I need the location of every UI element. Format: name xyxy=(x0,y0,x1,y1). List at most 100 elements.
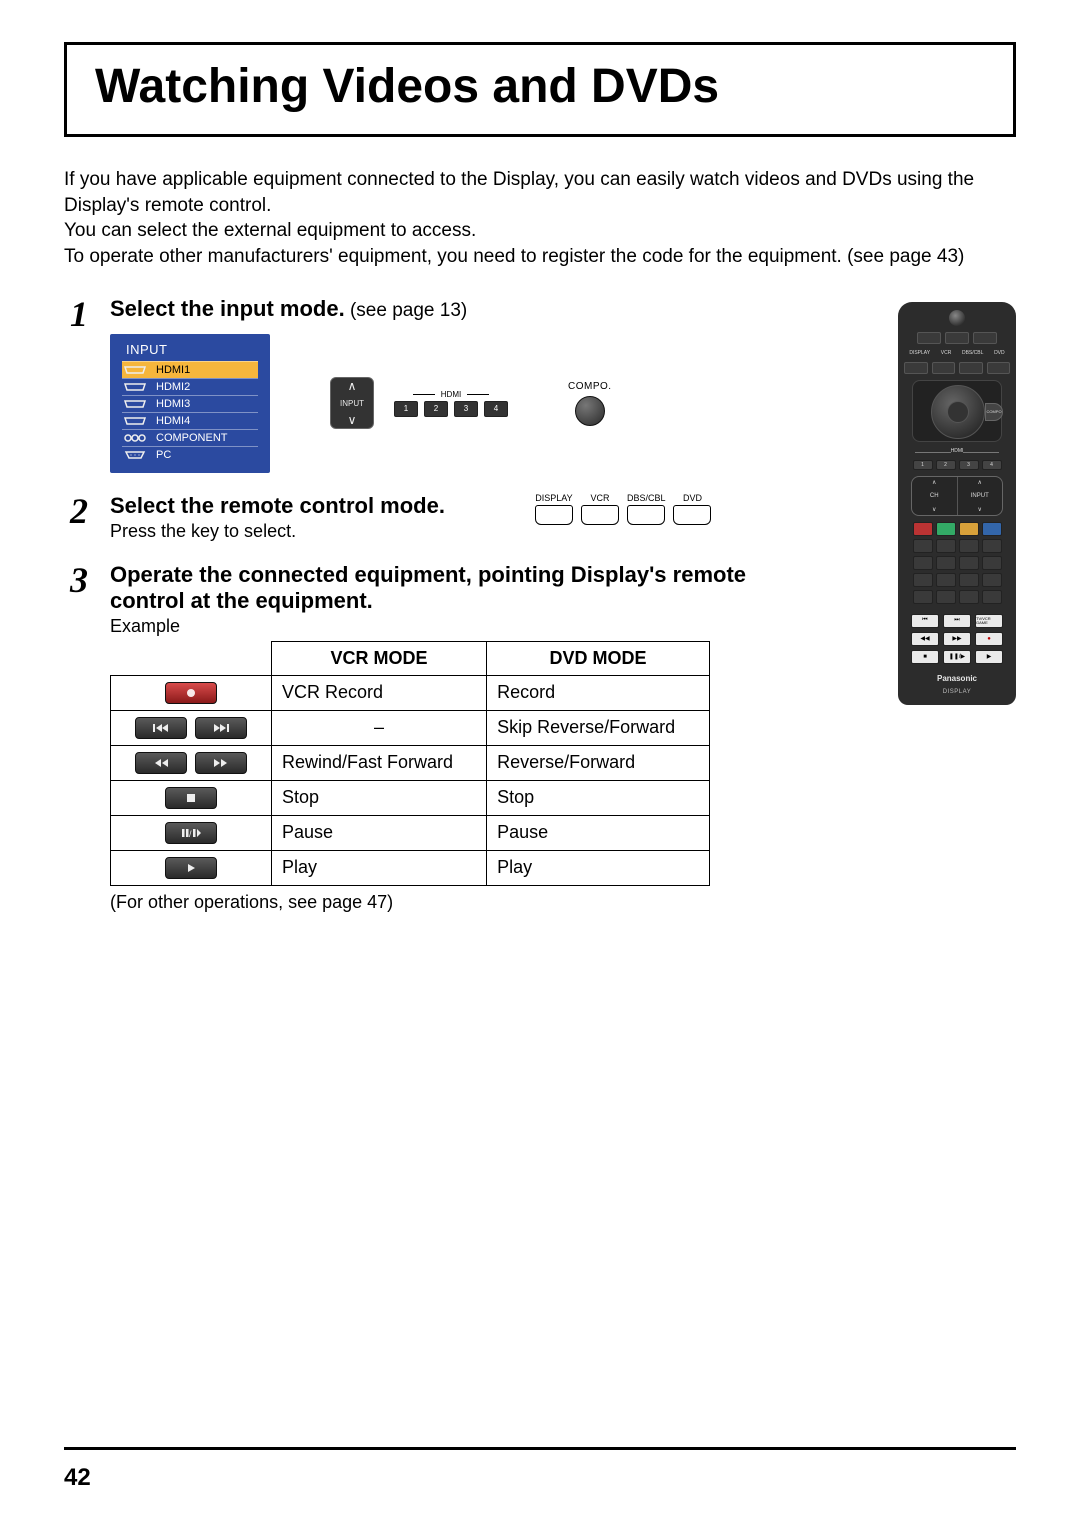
chevron-down-icon: ∨ xyxy=(348,414,357,426)
dpad-area: COMPO xyxy=(912,380,1002,442)
chevron-up-icon: ∧ xyxy=(932,479,936,486)
cell-vcr: VCR Record xyxy=(272,675,487,710)
remote-illustration: DISPLAY VCR DBS/CBL DVD COMPO HDMI xyxy=(898,302,1016,705)
fast-forward-icon xyxy=(195,752,247,774)
hdmi-port-icon xyxy=(122,398,148,410)
table-header-dvd: DVD MODE xyxy=(487,641,710,675)
keycap-icon xyxy=(581,505,619,525)
step-ref: (see page 13) xyxy=(345,300,468,321)
step-1: 1 Select the input mode. (see page 13) I… xyxy=(64,296,868,473)
cell-dvd: Reverse/Forward xyxy=(487,745,710,780)
step-number: 1 xyxy=(64,296,94,473)
cell-dvd: Record xyxy=(487,675,710,710)
table-row: Stop Stop xyxy=(111,780,710,815)
osd-label: HDMI3 xyxy=(156,398,190,410)
mode-key-label: DVD xyxy=(683,493,702,503)
remote-key xyxy=(913,539,933,553)
step-heading: Select the input mode. xyxy=(110,296,345,321)
rewind-icon: ◀◀ xyxy=(911,632,939,646)
mode-key-dvd: DVD xyxy=(673,493,711,525)
stop-icon xyxy=(165,787,217,809)
remote-key xyxy=(959,573,979,587)
table-header-vcr: VCR MODE xyxy=(272,641,487,675)
osd-label: PC xyxy=(156,449,171,461)
remote-key xyxy=(936,539,956,553)
remote-key xyxy=(904,362,928,374)
hdmi-key: 1 xyxy=(394,401,418,417)
remote-key xyxy=(959,362,983,374)
remote-key xyxy=(913,573,933,587)
skip-back-icon xyxy=(135,717,187,739)
osd-item-hdmi2: HDMI2 xyxy=(122,378,258,395)
cell-vcr: Stop xyxy=(272,780,487,815)
remote-mode-label: DBS/CBL xyxy=(962,350,983,356)
keycap-icon xyxy=(627,505,665,525)
keycap-icon xyxy=(535,505,573,525)
step-subtext: Press the key to select. xyxy=(110,521,445,542)
ir-emitter-icon xyxy=(949,310,965,326)
cell-dvd: Pause xyxy=(487,815,710,850)
remote-hdmi-key: 2 xyxy=(936,460,956,470)
ok-button-icon xyxy=(947,401,969,423)
remote-key xyxy=(936,573,956,587)
cell-dvd: Stop xyxy=(487,780,710,815)
intro-line: To operate other manufacturers' equipmen… xyxy=(64,244,1016,270)
fast-forward-icon: ▶▶ xyxy=(943,632,971,646)
compo-icon xyxy=(575,396,605,426)
step-number: 2 xyxy=(64,493,94,542)
remote-key xyxy=(982,590,1002,604)
rewind-icon xyxy=(135,752,187,774)
table-row: Rewind/Fast Forward Reverse/Forward xyxy=(111,745,710,780)
remote-key xyxy=(917,332,941,344)
record-icon xyxy=(165,682,217,704)
mode-key-label: DBS/CBL xyxy=(627,493,666,503)
cell-dvd: Skip Reverse/Forward xyxy=(487,710,710,745)
chevron-down-icon: ∨ xyxy=(932,506,936,513)
table-row: – Skip Reverse/Forward xyxy=(111,710,710,745)
ch-input-rocker: ∧ CH ∨ ∧ INPUT ∨ xyxy=(911,476,1003,516)
osd-item-hdmi3: HDMI3 xyxy=(122,395,258,412)
transport-key-grid: ⏮ ⏭ TV/VCR GAME ◀◀ ▶▶ ● ■ ❚❚/▶ ▶ xyxy=(911,614,1003,664)
page-number: 42 xyxy=(64,1464,91,1492)
remote-mode-label: DISPLAY xyxy=(909,350,930,356)
osd-title: INPUT xyxy=(122,342,258,361)
title-box: Watching Videos and DVDs xyxy=(64,42,1016,137)
skip-back-icon: ⏮ xyxy=(911,614,939,628)
color-key-green-icon xyxy=(936,522,956,536)
remote-key xyxy=(945,332,969,344)
table-row: Play Play xyxy=(111,850,710,885)
hdmi-key: 3 xyxy=(454,401,478,417)
page-title: Watching Videos and DVDs xyxy=(95,59,985,114)
hdmi-key: 4 xyxy=(484,401,508,417)
input-label: INPUT xyxy=(971,493,989,499)
remote-key xyxy=(932,362,956,374)
osd-label: HDMI2 xyxy=(156,381,190,393)
intro-line: If you have applicable equipment connect… xyxy=(64,167,1016,218)
brand-label: Panasonic xyxy=(937,674,977,683)
cell-dvd: Play xyxy=(487,850,710,885)
remote-hdmi-strip: 1 2 3 4 xyxy=(904,460,1010,470)
mode-key-display: DISPLAY xyxy=(535,493,573,525)
cell-vcr: – xyxy=(272,710,487,745)
footer-rule xyxy=(64,1447,1016,1450)
brand-sublabel: DISPLAY xyxy=(943,689,971,695)
hdmi-strip-label: HDMI xyxy=(441,390,461,399)
step-2: 2 Select the remote control mode. Press … xyxy=(64,493,868,542)
osd-label: HDMI1 xyxy=(156,364,190,376)
play-icon xyxy=(165,857,217,879)
hdmi-port-icon xyxy=(122,381,148,393)
mode-key-vcr: VCR xyxy=(581,493,619,525)
hdmi-port-icon xyxy=(122,415,148,427)
remote-key xyxy=(913,556,933,570)
remote-key xyxy=(982,556,1002,570)
table-row: VCR Record Record xyxy=(111,675,710,710)
step-number: 3 xyxy=(64,562,94,913)
step-heading: Operate the connected equipment, pointin… xyxy=(110,562,750,614)
osd-label: HDMI4 xyxy=(156,415,190,427)
osd-item-component: COMPONENT xyxy=(122,429,258,446)
pause-step-icon: / xyxy=(165,822,217,844)
remote-hdmi-key: 1 xyxy=(913,460,933,470)
play-icon: ▶ xyxy=(975,650,1003,664)
skip-forward-icon xyxy=(195,717,247,739)
record-icon: ● xyxy=(975,632,1003,646)
